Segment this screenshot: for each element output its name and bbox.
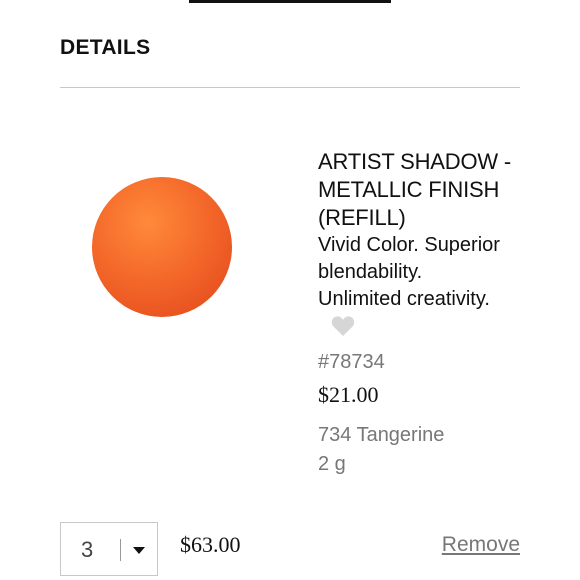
unit-price: $21.00 <box>318 382 379 407</box>
caret-down-icon <box>133 547 145 554</box>
product-name: ARTIST SHADOW - METALLIC FINISH (REFILL) <box>318 149 511 230</box>
active-tab-indicator <box>189 0 391 3</box>
product-sku: #78734 <box>318 351 385 373</box>
quantity-select[interactable]: 3 <box>60 522 158 576</box>
select-separator <box>120 539 121 561</box>
remove-link[interactable]: Remove <box>442 532 520 558</box>
section-divider <box>60 87 520 88</box>
section-title: DETAILS <box>60 36 151 59</box>
quantity-value: 3 <box>81 537 94 562</box>
line-total-price: $63.00 <box>180 532 241 557</box>
product-info: ARTIST SHADOW - METALLIC FINISH (REFILL)… <box>318 148 558 313</box>
product-description: Vivid Color. Superior blendability. Unli… <box>318 234 500 310</box>
shade-name: 734 Tangerine <box>318 424 445 446</box>
heart-icon[interactable] <box>331 315 355 337</box>
product-swatch-image <box>92 177 232 317</box>
product-size: 2 g <box>318 453 346 475</box>
